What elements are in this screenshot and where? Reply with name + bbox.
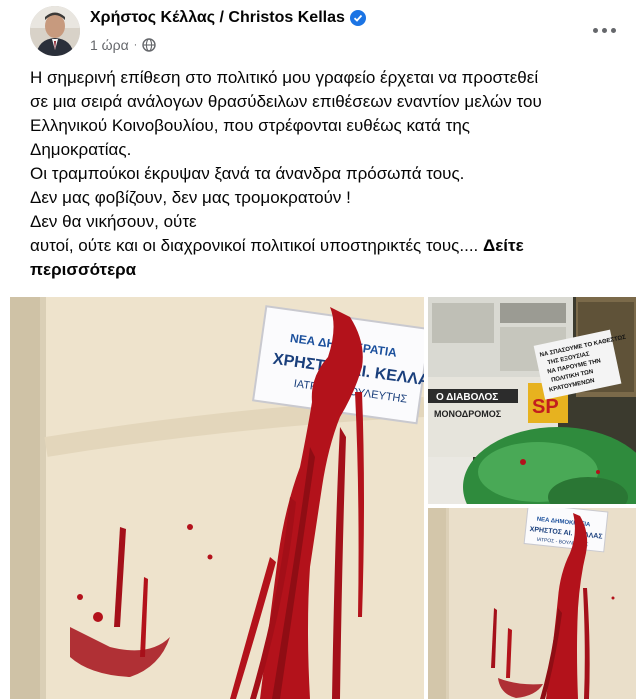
photo-newspapers-note[interactable]: Ο ΔΙΑΒΟΛΟΣ ΜΟΝΟΔΡΟΜΟΣ SP ΝΑ ΣΠΑΣΟΥΜΕ ΤΟ … [428, 297, 636, 504]
see-more-link[interactable]: Δείτε [483, 236, 524, 255]
post-header: Χρήστος Κέλλας / Christos Kellas 1 ώρα · [22, 6, 622, 62]
post-text-fragment: αυτοί, ούτε και οι διαχρονικοί πολιτικοί… [30, 236, 479, 255]
avatar-photo [30, 6, 80, 56]
see-more-link-continued[interactable]: περισσότερα [30, 258, 622, 282]
photo-grid: ΝΕΑ ΔΗΜΟΚΡΑΤΙΑ ΧΡΗΣΤΟΣ ΑΙ. ΚΕΛΛΑΣ ΙΑΤΡΟΣ… [0, 297, 640, 699]
post-timestamp[interactable]: 1 ώρα [90, 37, 129, 53]
post-text-line: Δεν θα νικήσουν, ούτε [30, 212, 197, 231]
post-text-line: Ελληνικού Κοινοβουλίου, που στρέφονται ε… [30, 116, 470, 135]
post-text-line: σε μια σειρά ανάλογων θρασύδειλων επιθέσ… [30, 92, 542, 111]
photo-painted-wall[interactable]: ΝΕΑ ΔΗΜΟΚΡΑΤΙΑ ΧΡΗΣΤΟΣ ΑΙ. ΚΕΛΛΑΣ ΙΑΤΡΟΣ… [428, 508, 636, 699]
author-name-link[interactable]: Χρήστος Κέλλας / Christos Kellas [90, 9, 345, 27]
newspapers-photo-image: Ο ΔΙΑΒΟΛΟΣ ΜΟΝΟΔΡΟΜΟΣ SP ΝΑ ΣΠΑΣΟΥΜΕ ΤΟ … [428, 297, 636, 504]
photo-main-painted-sign[interactable]: ΝΕΑ ΔΗΜΟΚΡΑΤΙΑ ΧΡΗΣΤΟΣ ΑΙ. ΚΕΛΛΑΣ ΙΑΤΡΟΣ… [10, 297, 424, 699]
globe-icon[interactable] [142, 38, 157, 52]
main-photo-image: ΝΕΑ ΔΗΜΟΚΡΑΤΙΑ ΧΡΗΣΤΟΣ ΑΙ. ΚΕΛΛΑΣ ΙΑΤΡΟΣ… [10, 297, 424, 699]
post-text-line: Δημοκρατίας. [30, 140, 132, 159]
post-text-line: Η σημερινή επίθεση στο πολιτικό μου γραφ… [30, 68, 539, 87]
more-options-icon[interactable] [586, 20, 622, 40]
newspaper-headline-1: Ο ΔΙΑΒΟΛΟΣ [436, 392, 498, 403]
author-avatar[interactable] [30, 6, 80, 56]
post-text-line: Οι τραμπούκοι έκρυψαν ξανά τα άνανδρα πρ… [30, 164, 465, 183]
newspaper-headline-2: ΜΟΝΟΔΡΟΜΟΣ [434, 409, 502, 419]
verified-badge-icon [349, 10, 366, 26]
post-text: Η σημερινή επίθεση στο πολιτικό μου γραφ… [30, 66, 622, 282]
meta-separator: · [133, 39, 138, 51]
post-meta: 1 ώρα · [90, 37, 157, 53]
post-text-line-with-see-more: αυτοί, ούτε και οι διαχρονικοί πολιτικοί… [30, 234, 622, 258]
wall-photo-image: ΝΕΑ ΔΗΜΟΚΡΑΤΙΑ ΧΡΗΣΤΟΣ ΑΙ. ΚΕΛΛΑΣ ΙΑΤΡΟΣ… [428, 508, 636, 699]
post-text-line: Δεν μας φοβίζουν, δεν μας τρομοκρατούν ! [30, 188, 351, 207]
author-name-row: Χρήστος Κέλλας / Christos Kellas [90, 9, 366, 27]
facebook-post: Χρήστος Κέλλας / Christos Kellas 1 ώρα ·… [0, 0, 640, 699]
